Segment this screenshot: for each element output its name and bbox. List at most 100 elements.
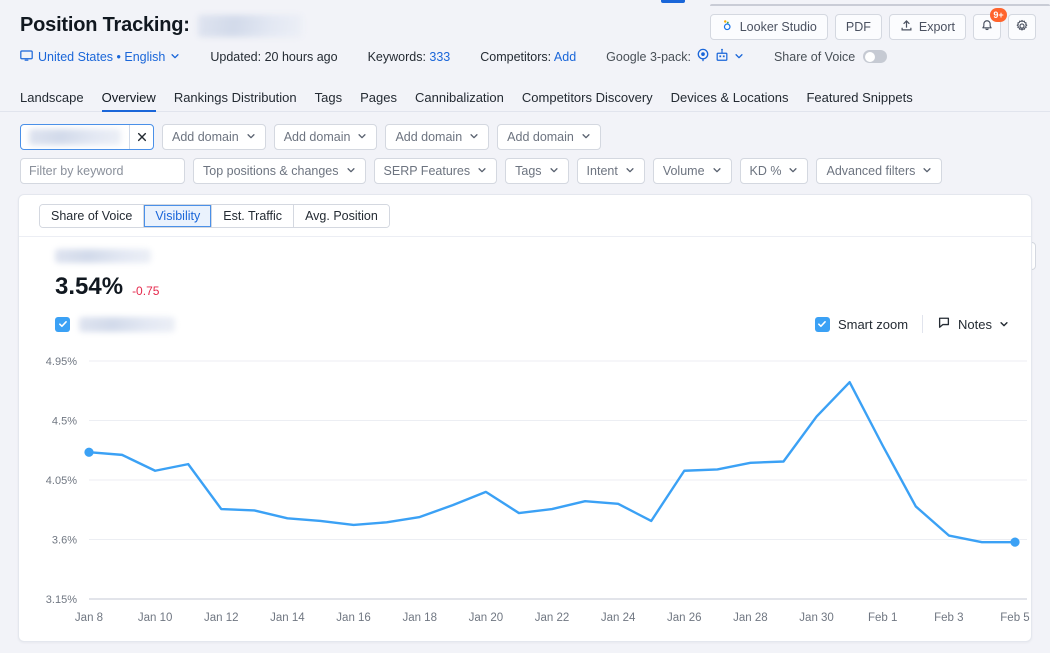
tab-rankings-distribution[interactable]: Rankings Distribution — [174, 82, 297, 112]
settings-button[interactable] — [1008, 14, 1036, 40]
kpi-delta: -0.75 — [132, 284, 160, 298]
filter-kd-percent[interactable]: KD % — [739, 158, 809, 184]
visibility-chart[interactable]: 4.95% 4.5% 4.05% 3.6% 3.15% Jan 8 Jan 10 Jan 12… — [19, 345, 1032, 635]
metric-tab-share-of-voice[interactable]: Share of Voice — [40, 204, 145, 227]
filter-chip-row: Top positions & changes SERP Features Ta… — [0, 150, 1050, 184]
visibility-card: Share of Voice Visibility Est. Traffic A… — [18, 194, 1032, 642]
chevron-down-icon — [346, 164, 356, 178]
y-axis-tick-label: 3.6% — [52, 535, 77, 547]
looker-studio-button[interactable]: Looker Studio — [709, 14, 828, 40]
filter-intent[interactable]: Intent — [576, 158, 645, 184]
x-axis-tick-label: Jan 20 — [469, 612, 504, 624]
kpi-label-blurred — [55, 249, 151, 263]
notes-control[interactable]: Notes — [937, 316, 1009, 333]
x-axis-tick-label: Jan 14 — [270, 612, 305, 624]
project-domain-blurred — [197, 14, 302, 37]
google-3pack-label: Google 3-pack: — [606, 49, 691, 64]
competitors-label: Competitors: — [480, 49, 552, 64]
filter-volume[interactable]: Volume — [652, 158, 732, 184]
chart-legend — [55, 316, 175, 332]
filter-tags[interactable]: Tags — [505, 158, 569, 184]
export-button[interactable]: Export — [888, 14, 966, 40]
notifications-badge: 9+ — [990, 8, 1007, 22]
local-pack-icon[interactable] — [715, 48, 729, 65]
pdf-button[interactable]: PDF — [834, 14, 882, 40]
filters-bar: Add domain Add domain Add domain Add dom… — [0, 118, 1050, 270]
keywords-count-value[interactable]: 333 — [429, 50, 450, 64]
browser-tab-indicator — [661, 0, 685, 3]
updated-label: Updated: 20 hours ago — [210, 49, 338, 64]
tab-featured-snippets[interactable]: Featured Snippets — [806, 82, 912, 112]
series-line-visibility[interactable] — [87, 380, 1017, 544]
filter-top-positions-changes[interactable]: Top positions & changes — [193, 158, 366, 184]
chevron-down-icon — [477, 164, 487, 178]
notes-label: Notes — [958, 316, 992, 332]
divider — [922, 315, 924, 333]
location-language-label: United States • English — [38, 49, 166, 64]
chevron-down-icon[interactable] — [734, 50, 744, 64]
y-axis-tick-label: 4.5% — [52, 416, 77, 428]
x-axis-tick-label: Jan 16 — [336, 612, 371, 624]
tab-pages[interactable]: Pages — [360, 82, 397, 112]
add-domain-button-2[interactable]: Add domain — [273, 124, 378, 150]
x-axis-tick-label: Jan 8 — [75, 612, 103, 624]
x-axis-tick-label: Feb 1 — [868, 612, 897, 624]
series-checkbox[interactable] — [55, 316, 70, 332]
export-label: Export — [918, 20, 955, 34]
filter-label: Tags — [515, 164, 542, 178]
tab-overview[interactable]: Overview — [102, 82, 156, 112]
filter-serp-features[interactable]: SERP Features — [373, 158, 498, 184]
x-axis-tick-label: Feb 5 — [1000, 612, 1029, 624]
chart-controls: Smart zoom Notes — [814, 315, 1009, 333]
section-nav: Landscape Overview Rankings Distribution… — [0, 82, 1050, 112]
filter-label: Top positions & changes — [203, 164, 339, 178]
series-endpoint[interactable] — [1010, 537, 1020, 547]
add-domain-button-1[interactable]: Add domain — [162, 124, 266, 150]
filter-label: Volume — [662, 164, 705, 178]
x-axis-tick-label: Feb 3 — [934, 612, 963, 624]
x-axis-tick-label: Jan 10 — [138, 612, 173, 624]
domain-chip-selected[interactable] — [20, 124, 154, 150]
chart-legend-row: Smart zoom Notes — [55, 313, 1009, 335]
search-input[interactable] — [21, 159, 184, 183]
chevron-down-icon — [357, 130, 367, 144]
map-pin-icon[interactable] — [696, 48, 710, 65]
share-of-voice-toggle[interactable] — [863, 50, 888, 63]
domain-chip-row: Add domain Add domain Add domain Add dom… — [0, 118, 1050, 150]
metric-tab-visibility[interactable]: Visibility — [144, 204, 213, 227]
keywords-label: Keywords: — [367, 49, 426, 64]
share-of-voice-toggle-group[interactable]: Share of Voice — [773, 49, 888, 64]
metric-tab-avg-position[interactable]: Avg. Position — [294, 204, 389, 227]
metric-tab-est-traffic[interactable]: Est. Traffic — [212, 204, 295, 227]
keyword-filter[interactable] — [20, 158, 185, 184]
share-of-voice-label: Share of Voice — [773, 49, 856, 64]
looker-studio-icon — [721, 19, 734, 35]
tab-cannibalization[interactable]: Cannibalization — [415, 82, 504, 112]
add-domain-button-4[interactable]: Add domain — [497, 124, 601, 150]
page-title: Position Tracking: — [20, 14, 302, 37]
y-axis-tick-label: 4.95% — [46, 356, 77, 368]
keywords-count: Keywords: 333 — [368, 50, 451, 64]
chart-svg[interactable]: 4.95% 4.5% 4.05% 3.6% 3.15% Jan 8 Jan 10 Jan 12… — [19, 345, 1032, 635]
location-language-selector[interactable]: United States • English — [20, 49, 180, 65]
notifications-button[interactable]: 9+ — [973, 8, 1007, 40]
competitors-add-link[interactable]: Add — [554, 50, 576, 64]
x-axis-tick-label: Jan 12 — [204, 612, 239, 624]
smart-zoom-checkbox[interactable] — [814, 316, 830, 332]
google-3pack-control[interactable]: Google 3-pack: — [606, 48, 744, 65]
x-axis-tick-label: Jan 26 — [667, 612, 702, 624]
series-endpoint[interactable] — [84, 447, 94, 457]
series-label-blurred — [79, 316, 175, 332]
chevron-down-icon — [549, 164, 559, 178]
add-domain-button-3[interactable]: Add domain — [385, 124, 490, 150]
filter-advanced[interactable]: Advanced filters — [816, 158, 943, 184]
tab-tags[interactable]: Tags — [315, 82, 342, 112]
tab-competitors-discovery[interactable]: Competitors Discovery — [522, 82, 653, 112]
chevron-down-icon — [999, 317, 1009, 332]
chevron-down-icon — [170, 50, 180, 64]
close-icon[interactable] — [129, 125, 153, 149]
tab-devices-locations[interactable]: Devices & Locations — [671, 82, 789, 112]
tab-landscape[interactable]: Landscape — [20, 82, 84, 112]
domain-chip-blurred-label — [29, 129, 121, 145]
smart-zoom-control[interactable]: Smart zoom — [814, 316, 908, 332]
